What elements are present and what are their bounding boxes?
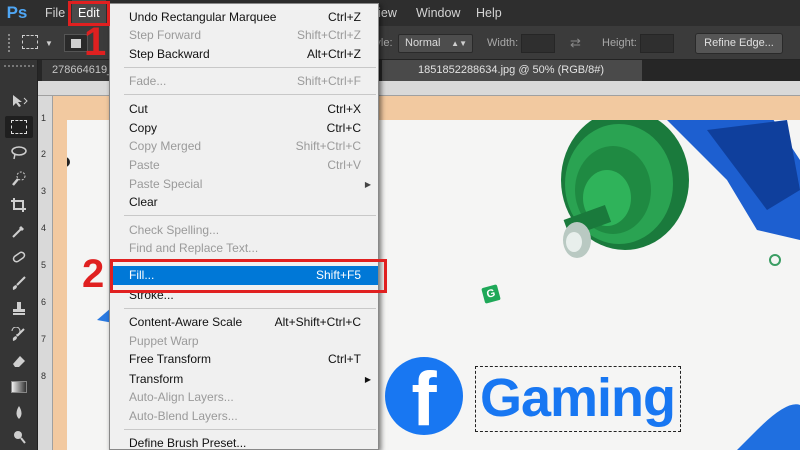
ruler-number: 4 — [41, 223, 47, 233]
facebook-logo-icon: f — [385, 357, 463, 439]
annotation-step-2: 2 — [82, 252, 105, 296]
chevron-down-icon[interactable]: ▼ — [45, 39, 53, 48]
quick-selection-tool-icon[interactable] — [5, 168, 33, 190]
selection-marquee[interactable] — [475, 366, 681, 432]
menu-item-fade[interactable]: Fade... Shift+Ctrl+F — [110, 72, 378, 91]
rectangular-marquee-tool-icon[interactable] — [5, 116, 33, 138]
menu-item-copy[interactable]: Copy Ctrl+C — [110, 119, 378, 138]
swap-icon[interactable]: ⇄ — [570, 26, 581, 60]
menu-item-undo[interactable]: Undo Rectangular Marquee Ctrl+Z — [110, 8, 378, 27]
tools-panel — [0, 60, 38, 450]
ruler-number: 6 — [41, 297, 47, 307]
menu-separator — [124, 429, 376, 430]
width-field[interactable] — [521, 34, 555, 53]
menu-item-auto-blend-layers[interactable]: Auto-Blend Layers... — [110, 407, 378, 426]
submenu-arrow-icon: ▶ — [364, 375, 371, 384]
ruler-number: 7 — [41, 334, 47, 344]
submenu-arrow-icon: ▶ — [364, 180, 371, 189]
menu-item-paste-special[interactable]: Paste Special ▶ — [110, 175, 378, 194]
style-select[interactable]: Normal ▲▼ — [398, 34, 473, 53]
edit-menu-dropdown: Undo Rectangular Marquee Ctrl+Z Step Forw… — [109, 3, 379, 450]
menu-item-cut[interactable]: Cut Ctrl+X — [110, 100, 378, 119]
brush-tool-icon[interactable] — [5, 272, 33, 294]
lasso-tool-icon[interactable] — [5, 142, 33, 164]
menu-item-define-brush-preset[interactable]: Define Brush Preset... — [110, 434, 378, 450]
height-label: Height: — [602, 37, 637, 49]
dodge-tool-icon[interactable] — [5, 426, 33, 448]
menu-item-puppet-warp[interactable]: Puppet Warp — [110, 332, 378, 351]
crop-tool-icon[interactable] — [5, 194, 33, 216]
menu-window[interactable]: Window — [416, 0, 460, 26]
photoshop-logo: Ps — [6, 3, 28, 22]
tab-document-2-label: 1851852288634.jpg @ 50% (RGB/8#) — [418, 64, 605, 76]
ruler-left: 1 2 3 4 5 6 7 8 — [38, 96, 53, 450]
menu-item-content-aware-scale[interactable]: Content-Aware Scale Alt+Shift+Ctrl+C — [110, 313, 378, 332]
grip-icon — [8, 34, 16, 52]
ruler-number: 2 — [41, 149, 47, 159]
menu-item-free-transform[interactable]: Free Transform Ctrl+T — [110, 350, 378, 369]
menu-item-auto-align-layers[interactable]: Auto-Align Layers... — [110, 388, 378, 407]
blur-tool-icon[interactable] — [5, 402, 33, 424]
menu-item-clear[interactable]: Clear — [110, 193, 378, 212]
annotation-fill-box — [110, 259, 387, 293]
height-field[interactable] — [640, 34, 674, 53]
facebook-f-letter: f — [411, 357, 437, 442]
clone-stamp-tool-icon[interactable] — [5, 298, 33, 320]
width-label: Width: — [487, 37, 519, 49]
menu-item-step-forward[interactable]: Step Forward Shift+Ctrl+Z — [110, 26, 378, 45]
tab-document-2[interactable]: 1851852288634.jpg @ 50% (RGB/8#) — [382, 60, 642, 81]
marquee-preset-icon[interactable] — [22, 35, 38, 49]
menu-help[interactable]: Help — [476, 0, 502, 26]
menu-file[interactable]: File — [45, 0, 65, 26]
menu-separator — [124, 215, 376, 216]
menu-item-check-spelling[interactable]: Check Spelling... — [110, 221, 378, 240]
menu-separator — [124, 67, 376, 68]
annotation-step-1: 1 — [84, 20, 107, 64]
refine-edge-button[interactable]: Refine Edge... — [695, 33, 783, 54]
move-tool-icon[interactable] — [5, 90, 33, 112]
menu-item-paste[interactable]: Paste Ctrl+V — [110, 156, 378, 175]
ruler-number: 3 — [41, 186, 47, 196]
ruler-number: 8 — [41, 371, 47, 381]
eyedropper-tool-icon[interactable] — [5, 220, 33, 242]
history-brush-tool-icon[interactable] — [5, 324, 33, 346]
menu-separator — [124, 308, 376, 309]
ruler-number: 1 — [41, 113, 47, 123]
eraser-tool-icon[interactable] — [5, 350, 33, 372]
ruler-number: 5 — [41, 260, 47, 270]
menu-item-find-replace[interactable]: Find and Replace Text... — [110, 239, 378, 258]
menu-view[interactable]: View — [370, 0, 397, 26]
style-label: Style: — [365, 26, 393, 60]
panel-grip-icon — [4, 65, 34, 69]
menu-item-copy-merged[interactable]: Copy Merged Shift+Ctrl+C — [110, 137, 378, 156]
menu-item-step-backward[interactable]: Step Backward Alt+Ctrl+Z — [110, 45, 378, 64]
healing-brush-tool-icon[interactable] — [5, 246, 33, 268]
menu-item-transform[interactable]: Transform ▶ — [110, 370, 378, 389]
menu-separator — [124, 94, 376, 95]
gradient-tool-icon[interactable] — [5, 376, 33, 398]
